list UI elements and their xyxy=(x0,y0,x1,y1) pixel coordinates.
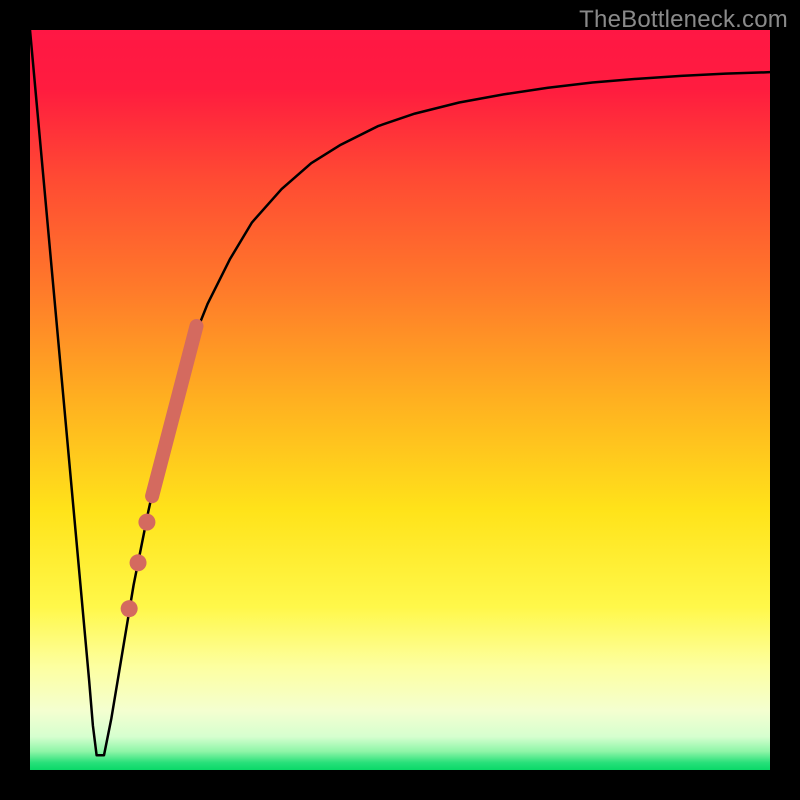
watermark-text: TheBottleneck.com xyxy=(579,6,788,34)
plot-area xyxy=(30,30,770,770)
gradient-background xyxy=(30,30,770,770)
chart-frame: TheBottleneck.com xyxy=(0,0,800,800)
